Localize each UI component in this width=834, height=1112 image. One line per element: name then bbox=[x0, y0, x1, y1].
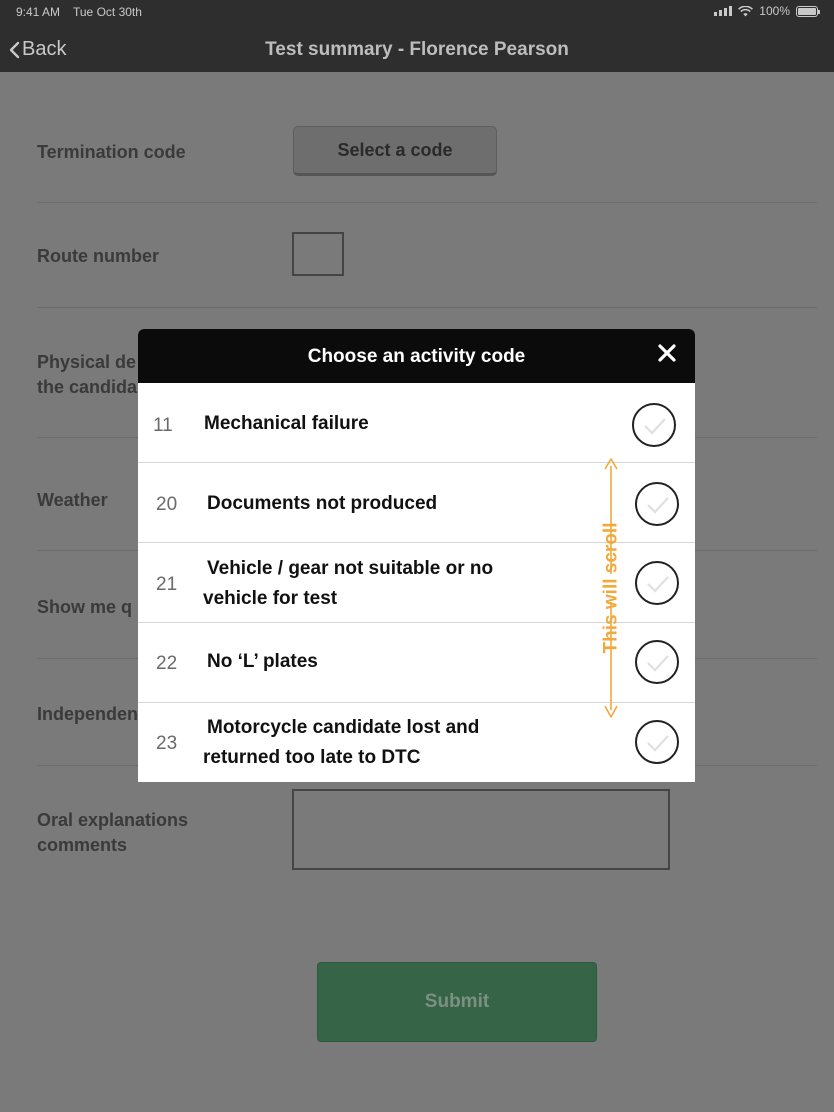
independent-driving-label: Independen bbox=[37, 704, 139, 724]
radio-button[interactable] bbox=[635, 720, 679, 764]
signal-icon bbox=[714, 6, 733, 16]
route-number-input[interactable] bbox=[292, 232, 344, 276]
battery-percent: 100% bbox=[759, 4, 790, 18]
modal-title: Choose an activity code bbox=[307, 346, 526, 367]
battery-icon bbox=[796, 5, 820, 17]
code-description: Vehicle / gear not suitable or no vehicl… bbox=[203, 554, 533, 614]
submit-button[interactable]: Submit bbox=[317, 962, 597, 1042]
check-icon bbox=[647, 655, 669, 672]
radio-button[interactable] bbox=[635, 561, 679, 605]
check-icon bbox=[647, 497, 669, 514]
nav-bar: Back Test summary - Florence Pearson bbox=[0, 24, 834, 72]
oral-explanations-label: Oral explanations comments bbox=[37, 808, 188, 858]
radio-button[interactable] bbox=[632, 403, 676, 447]
scroll-note-text: This will scroll bbox=[601, 523, 622, 654]
physical-label-line1: Physical de bbox=[37, 352, 137, 372]
check-icon bbox=[647, 735, 669, 752]
wifi-icon bbox=[738, 5, 754, 16]
radio-button[interactable] bbox=[635, 640, 679, 684]
status-date: Tue Oct 30th bbox=[73, 5, 142, 19]
divider bbox=[37, 307, 817, 308]
status-bar: 9:41 AM Tue Oct 30th 100% bbox=[0, 0, 834, 24]
code-description: Motorcycle candidate lost and returned t… bbox=[203, 713, 533, 773]
code-description-line1: Mechanical failure bbox=[204, 413, 369, 434]
code-description-line1: No ‘L’ plates bbox=[207, 651, 318, 672]
oral-label-line2: comments bbox=[37, 835, 128, 855]
code-description-line2: vehicle for test bbox=[203, 588, 338, 609]
oral-label-line1: Oral explanations bbox=[37, 810, 189, 830]
show-me-label: Show me q bbox=[37, 597, 133, 617]
weather-label: Weather bbox=[37, 490, 108, 510]
activity-code-row[interactable]: 11 Mechanical failure bbox=[138, 383, 695, 463]
code-number: 23 bbox=[156, 733, 178, 754]
radio-button[interactable] bbox=[635, 482, 679, 526]
modal-header: Choose an activity code bbox=[138, 329, 695, 383]
route-number-label: Route number bbox=[37, 246, 160, 266]
code-number: 11 bbox=[153, 415, 173, 436]
check-icon bbox=[644, 418, 666, 435]
code-number: 22 bbox=[156, 653, 178, 674]
page-title: Test summary - Florence Pearson bbox=[265, 39, 569, 60]
code-description-line1: Documents not produced bbox=[207, 493, 438, 514]
close-icon[interactable] bbox=[656, 342, 678, 364]
physical-description-label: Physical de the candida bbox=[37, 350, 137, 400]
code-description-line1: Motorcycle candidate lost and bbox=[207, 717, 480, 738]
physical-label-line2: the candida bbox=[37, 377, 138, 397]
status-indicators: 100% bbox=[714, 4, 820, 18]
status-time: 9:41 AM bbox=[16, 5, 61, 19]
divider bbox=[37, 202, 817, 203]
code-number: 21 bbox=[156, 574, 178, 595]
code-description: Documents not produced bbox=[207, 489, 527, 519]
select-code-button[interactable]: Select a code bbox=[293, 126, 497, 176]
termination-code-label: Termination code bbox=[37, 142, 186, 162]
check-icon bbox=[647, 576, 669, 593]
scroll-annotation: This will scroll bbox=[601, 458, 622, 718]
code-description-line2: returned too late to DTC bbox=[203, 747, 421, 768]
oral-explanations-input[interactable] bbox=[292, 789, 670, 870]
code-description: No ‘L’ plates bbox=[207, 647, 527, 677]
code-number: 20 bbox=[156, 494, 178, 515]
code-description: Mechanical failure bbox=[204, 409, 524, 439]
code-description-line1: Vehicle / gear not suitable or no bbox=[207, 558, 494, 579]
